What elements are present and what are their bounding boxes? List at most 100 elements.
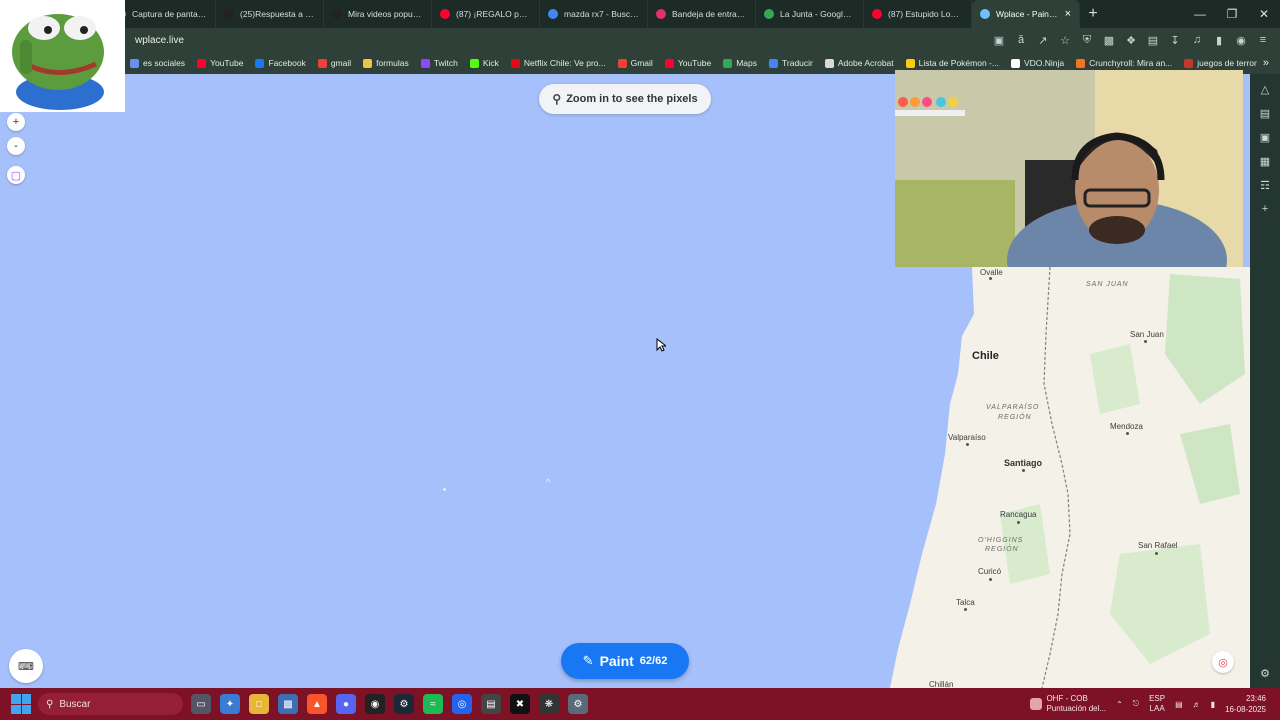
bookmark-item[interactable]: es sociales — [124, 58, 191, 68]
tab-groups-icon[interactable]: ▤ — [1144, 31, 1162, 49]
discord-icon[interactable]: ● — [336, 694, 356, 714]
battery-icon[interactable]: ▮ — [1211, 700, 1215, 709]
extension-icon[interactable]: ▩ — [1100, 31, 1118, 49]
bookmark-item[interactable]: Twitch — [415, 58, 464, 68]
crypto-wallet-icon[interactable]: ▣ — [1256, 130, 1274, 144]
browser-tab[interactable]: Mira videos populare — [324, 0, 432, 28]
network-icon[interactable]: ▤ — [1175, 700, 1183, 709]
keyboard-icon[interactable]: ⌨ — [9, 649, 43, 683]
tab-favicon-icon — [980, 9, 990, 19]
brave-browser-icon[interactable]: ▲ — [307, 694, 327, 714]
install-app-icon[interactable]: ▣ — [990, 31, 1008, 49]
bookmark-item[interactable]: Lista de Pokémon -... — [900, 58, 1005, 68]
capcut-icon[interactable]: ✖ — [510, 694, 530, 714]
bookmark-item[interactable]: VDO.Ninja — [1005, 58, 1070, 68]
bookmark-item[interactable]: formulas — [357, 58, 415, 68]
widget-title: OHF - COB — [1046, 694, 1088, 703]
zoom-out-button[interactable]: - — [7, 137, 25, 155]
media-icon[interactable]: ♫ — [1188, 31, 1206, 49]
settings-app-icon[interactable]: ⚙ — [568, 694, 588, 714]
minimize-icon[interactable]: — — [1184, 0, 1216, 28]
new-tab-button[interactable]: + — [1080, 0, 1106, 28]
bookmark-label: YouTube — [210, 58, 244, 68]
browser-tab[interactable]: Bandeja de entrada - — [648, 0, 756, 28]
bookmark-item[interactable]: juegos de terror — [1178, 58, 1263, 68]
sidebar-icon[interactable]: ▮ — [1210, 31, 1228, 49]
language-indicator[interactable]: ESP LAA — [1149, 694, 1165, 714]
bookmark-item[interactable]: Kick — [464, 58, 505, 68]
browser-tab[interactable]: (87) ¡REGALO pack de — [432, 0, 540, 28]
bookmark-item[interactable]: Facebook — [249, 58, 311, 68]
browser-tab[interactable]: La Junta - Google Ma — [756, 0, 864, 28]
task-view-icon[interactable]: ▭ — [191, 694, 211, 714]
file-explorer-icon[interactable]: □ — [249, 694, 269, 714]
zoom-hint-pill[interactable]: ⚲ Zoom in to see the pixels — [539, 84, 711, 114]
add-panel-icon[interactable]: + — [1256, 202, 1274, 216]
tab-label: (87) ¡REGALO pack de — [456, 9, 531, 19]
paint-button[interactable]: ✎ Paint 62/62 — [561, 643, 689, 679]
taskbar-search[interactable]: ⚲ Buscar — [38, 693, 183, 715]
bookmark-item[interactable]: Netflix Chile: Ve pro... — [505, 58, 612, 68]
microphone-icon[interactable]: ⎋ — [1133, 699, 1139, 709]
copilot-icon[interactable]: ✦ — [220, 694, 240, 714]
pepe-sticker-overlay — [0, 0, 125, 112]
webcam-feed-image — [895, 70, 1243, 267]
restore-icon[interactable]: ❐ — [1216, 0, 1248, 28]
ovalle-dot — [989, 277, 992, 280]
steam-icon[interactable]: ⚙ — [394, 694, 414, 714]
bookmark-item[interactable]: YouTube — [191, 58, 249, 68]
bookmark-label: Crunchyroll: Mira an... — [1089, 58, 1173, 68]
tab-label: (87) Estupido Los Sim — [888, 9, 963, 19]
profile-icon[interactable]: ◉ — [1232, 31, 1250, 49]
chevron-up-tray-icon[interactable]: ⌃ — [1116, 700, 1123, 709]
windows-start-icon[interactable] — [11, 694, 31, 714]
tab-favicon-icon — [440, 9, 450, 19]
san-rafael-dot — [1155, 552, 1158, 555]
bookmark-item[interactable]: Traducir — [763, 58, 819, 68]
download-icon[interactable]: ↧ — [1166, 31, 1184, 49]
chatgpt-icon[interactable]: ❋ — [539, 694, 559, 714]
obs-icon[interactable]: ◉ — [365, 694, 385, 714]
place-curico: Curicó — [978, 567, 1002, 576]
curico-dot — [989, 578, 992, 581]
browser-tab[interactable]: (25)Respuesta a @17 — [216, 0, 324, 28]
santiago-dot — [1022, 469, 1025, 472]
settings-gear-icon[interactable]: ⚙ — [1256, 666, 1274, 680]
capture-tool-icon[interactable]: ▤ — [481, 694, 501, 714]
bookmark-star-icon[interactable]: ☆ — [1056, 31, 1074, 49]
volume-icon[interactable]: ♬ — [1193, 700, 1201, 709]
locate-icon[interactable]: ◎ — [1212, 651, 1234, 673]
wallet-icon[interactable]: ▤ — [1256, 106, 1274, 120]
close-tab-icon[interactable]: × — [1065, 8, 1071, 20]
clock[interactable]: 23:46 16-08-2025 — [1225, 693, 1266, 715]
bookmark-item[interactable]: Crunchyroll: Mira an... — [1070, 58, 1178, 68]
share-icon[interactable]: ↗ — [1034, 31, 1052, 49]
zoom-in-button[interactable]: + — [7, 113, 25, 131]
browser-tab[interactable]: mazda rx7 - Buscar c — [540, 0, 648, 28]
edge-icon[interactable]: ◎ — [452, 694, 472, 714]
search-placeholder: Buscar — [59, 698, 91, 710]
browser-tab[interactable]: (87) Estupido Los Sim — [864, 0, 972, 28]
twitch-icon[interactable]: ▢ — [7, 166, 25, 184]
bookmarks-panel-icon[interactable]: ▦ — [1256, 154, 1274, 168]
spotify-icon[interactable]: ≈ — [423, 694, 443, 714]
shield-icon[interactable]: ⛨ — [1078, 31, 1096, 49]
translate-icon[interactable]: ă — [1012, 31, 1030, 49]
bookmark-item[interactable]: YouTube — [659, 58, 717, 68]
leo-ai-icon[interactable]: △ — [1256, 82, 1274, 96]
browser-tab[interactable]: Wplace - Paint th × — [972, 0, 1080, 28]
store-icon[interactable]: ▩ — [278, 694, 298, 714]
bookmark-item[interactable]: Adobe Acrobat — [819, 58, 900, 68]
bookmark-item[interactable]: Maps — [717, 58, 763, 68]
bookmark-item[interactable]: gmail — [312, 58, 357, 68]
puzzle-icon[interactable]: ❖ — [1122, 31, 1140, 49]
reading-list-icon[interactable]: ☶ — [1256, 178, 1274, 192]
menu-icon[interactable]: ≡ — [1254, 31, 1272, 49]
tab-label: (25)Respuesta a @17 — [240, 9, 315, 19]
close-window-icon[interactable]: ✕ — [1248, 0, 1280, 28]
news-widget[interactable]: OHF - COB Puntuación del... — [1030, 694, 1106, 714]
bookmarks-overflow-icon[interactable]: » — [1263, 57, 1269, 69]
url-field[interactable]: wplace.live — [135, 35, 184, 46]
bookmark-item[interactable]: Gmail — [612, 58, 659, 68]
widget-subtitle: Puntuación del... — [1046, 704, 1107, 713]
